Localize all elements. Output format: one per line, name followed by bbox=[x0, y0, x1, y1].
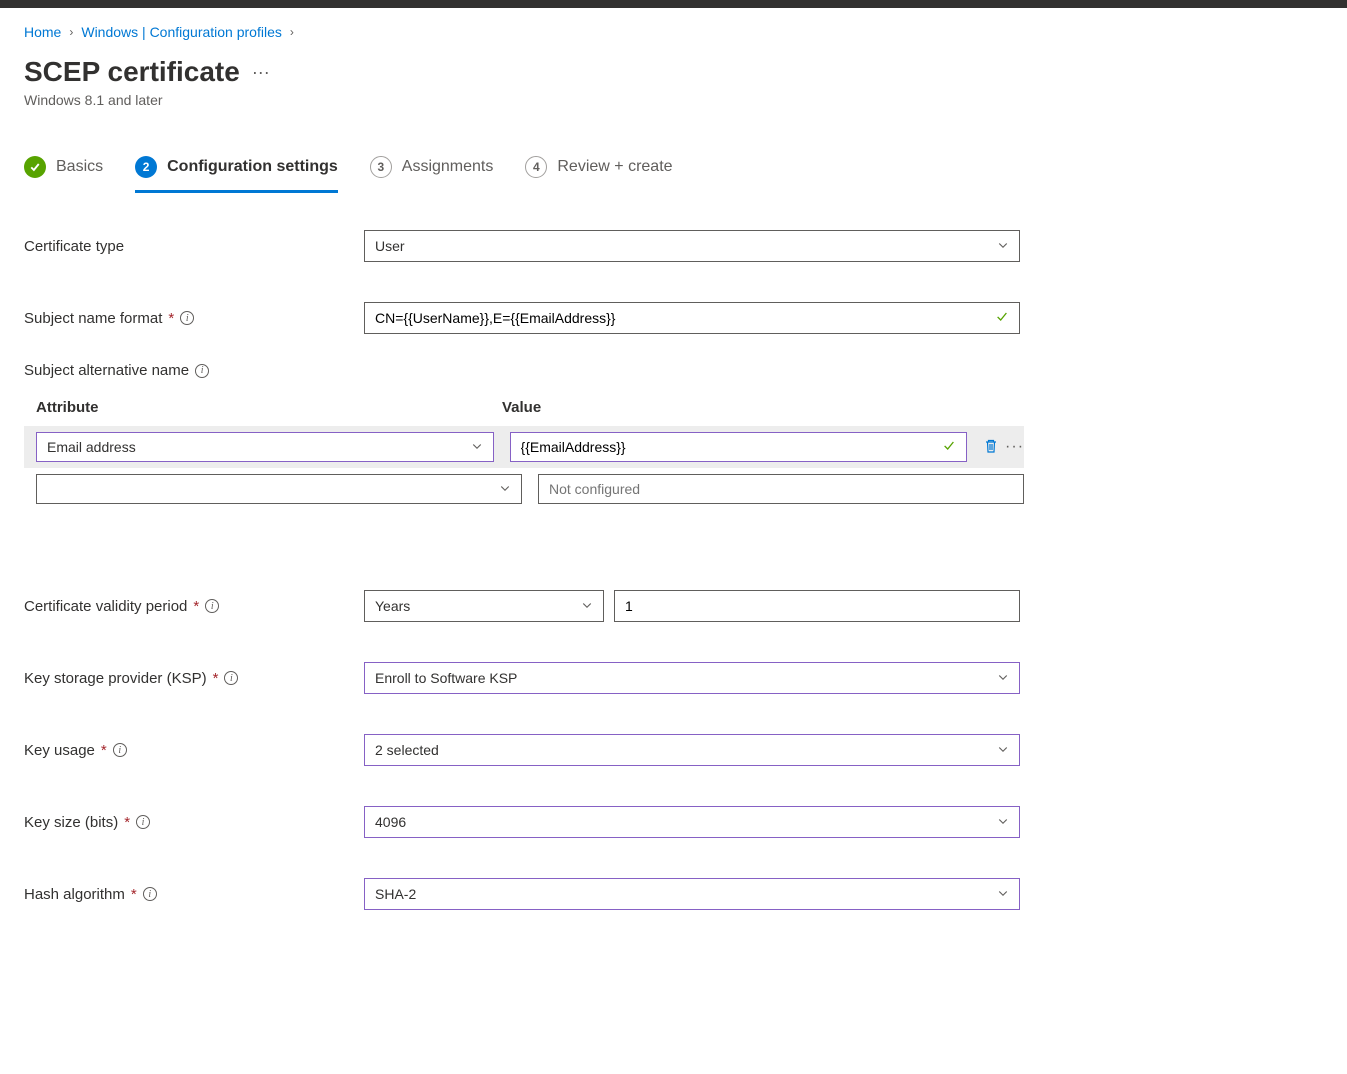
san-table: Attribute Value Email address bbox=[36, 399, 1024, 510]
san-value-input-empty-wrap bbox=[538, 474, 1024, 504]
san-value-input[interactable] bbox=[521, 439, 957, 455]
breadcrumb-home[interactable]: Home bbox=[24, 24, 61, 40]
info-icon[interactable]: i bbox=[180, 311, 194, 325]
validity-period-label: Certificate validity period bbox=[24, 598, 187, 615]
step-label: Basics bbox=[56, 158, 103, 176]
step-label: Assignments bbox=[402, 158, 494, 176]
chevron-down-icon bbox=[471, 439, 483, 455]
ksp-label: Key storage provider (KSP) bbox=[24, 670, 207, 687]
step-review-create[interactable]: 4 Review + create bbox=[525, 156, 672, 193]
info-icon[interactable]: i bbox=[113, 743, 127, 757]
breadcrumb-windows[interactable]: Windows | Configuration profiles bbox=[81, 24, 282, 40]
select-value: SHA-2 bbox=[375, 886, 416, 902]
page-title: SCEP certificate bbox=[24, 56, 240, 88]
required-indicator: * bbox=[101, 742, 107, 759]
info-icon[interactable]: i bbox=[224, 671, 238, 685]
info-icon[interactable]: i bbox=[143, 887, 157, 901]
select-value: 4096 bbox=[375, 814, 406, 830]
chevron-down-icon bbox=[499, 481, 511, 497]
certificate-type-label: Certificate type bbox=[24, 238, 364, 255]
select-value: Enroll to Software KSP bbox=[375, 670, 517, 686]
check-icon bbox=[942, 439, 956, 456]
chevron-down-icon bbox=[997, 670, 1009, 686]
info-icon[interactable]: i bbox=[195, 364, 209, 378]
wizard-stepper: Basics 2 Configuration settings 3 Assign… bbox=[24, 156, 1323, 194]
required-indicator: * bbox=[168, 310, 174, 327]
chevron-down-icon bbox=[997, 742, 1009, 758]
san-row-empty bbox=[24, 468, 1024, 510]
validity-value-input-wrap bbox=[614, 590, 1020, 622]
info-icon[interactable]: i bbox=[136, 815, 150, 829]
chevron-right-icon: › bbox=[69, 25, 73, 39]
breadcrumb: Home › Windows | Configuration profiles … bbox=[24, 24, 1323, 40]
chevron-down-icon bbox=[997, 886, 1009, 902]
san-label: Subject alternative name bbox=[24, 362, 189, 379]
san-attribute-select-empty[interactable] bbox=[36, 474, 522, 504]
info-icon[interactable]: i bbox=[205, 599, 219, 613]
step-basics[interactable]: Basics bbox=[24, 156, 103, 193]
step-label: Configuration settings bbox=[167, 158, 338, 176]
subject-name-format-input-wrap bbox=[364, 302, 1020, 334]
required-indicator: * bbox=[124, 814, 130, 831]
subject-name-format-label: Subject name format bbox=[24, 310, 162, 327]
window-top-bar bbox=[0, 0, 1347, 8]
hash-algorithm-select[interactable]: SHA-2 bbox=[364, 878, 1020, 910]
key-usage-label: Key usage bbox=[24, 742, 95, 759]
step-configuration-settings[interactable]: 2 Configuration settings bbox=[135, 156, 338, 193]
san-value-input-empty[interactable] bbox=[549, 481, 1013, 497]
step-number-icon: 4 bbox=[525, 156, 547, 178]
san-header-attribute: Attribute bbox=[36, 399, 486, 416]
select-value: 2 selected bbox=[375, 742, 439, 758]
check-icon bbox=[995, 310, 1009, 327]
select-value: User bbox=[375, 238, 405, 254]
required-indicator: * bbox=[131, 886, 137, 903]
select-value: Email address bbox=[47, 439, 136, 455]
step-number-icon: 3 bbox=[370, 156, 392, 178]
step-assignments[interactable]: 3 Assignments bbox=[370, 156, 494, 193]
delete-icon[interactable] bbox=[983, 438, 999, 457]
validity-unit-select[interactable]: Years bbox=[364, 590, 604, 622]
key-size-select[interactable]: 4096 bbox=[364, 806, 1020, 838]
chevron-right-icon: › bbox=[290, 25, 294, 39]
required-indicator: * bbox=[193, 598, 199, 615]
step-label: Review + create bbox=[557, 158, 672, 176]
required-indicator: * bbox=[213, 670, 219, 687]
page-subtitle: Windows 8.1 and later bbox=[24, 92, 1323, 108]
chevron-down-icon bbox=[997, 238, 1009, 254]
step-number-icon: 2 bbox=[135, 156, 157, 178]
hash-algorithm-label: Hash algorithm bbox=[24, 886, 125, 903]
key-size-label: Key size (bits) bbox=[24, 814, 118, 831]
more-actions-icon[interactable]: ··· bbox=[252, 62, 270, 83]
select-value: Years bbox=[375, 598, 410, 614]
san-attribute-select[interactable]: Email address bbox=[36, 432, 494, 462]
validity-value-input[interactable] bbox=[625, 598, 1009, 614]
san-row: Email address bbox=[24, 426, 1024, 468]
chevron-down-icon bbox=[997, 814, 1009, 830]
certificate-type-select[interactable]: User bbox=[364, 230, 1020, 262]
check-icon bbox=[24, 156, 46, 178]
san-value-input-wrap bbox=[510, 432, 968, 462]
chevron-down-icon bbox=[581, 598, 593, 614]
subject-name-format-input[interactable] bbox=[375, 310, 1009, 326]
san-header-value: Value bbox=[502, 399, 1024, 416]
key-usage-select[interactable]: 2 selected bbox=[364, 734, 1020, 766]
ksp-select[interactable]: Enroll to Software KSP bbox=[364, 662, 1020, 694]
row-more-icon[interactable]: ··· bbox=[1005, 438, 1024, 456]
